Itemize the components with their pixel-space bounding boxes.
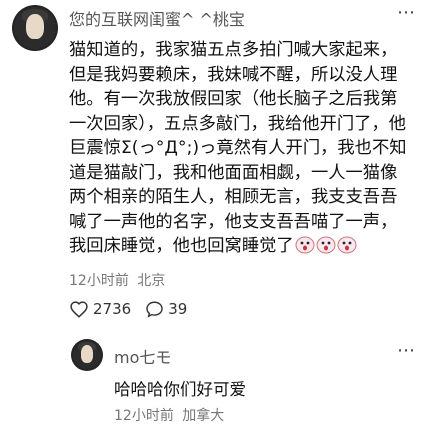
like-count: 2736 <box>93 300 132 318</box>
avatar-ring <box>12 5 58 51</box>
post-content-text: 猫知道的，我家猫五点多拍门喊大家起来，但是我妈要赖床，我妹喊不醒，所以没人理他。… <box>69 40 407 256</box>
more-options-icon[interactable]: ⋯ <box>397 2 416 23</box>
post-actions: 2736 39 <box>69 300 201 318</box>
post-username[interactable]: 您的互联网闺蜜^ ^桃宝 <box>69 6 245 30</box>
like-button[interactable]: 2736 <box>69 300 131 318</box>
avatar[interactable] <box>12 5 58 51</box>
shocked-face-icon <box>337 236 357 254</box>
post-content: 猫知道的，我家猫五点多拍门喊大家起来，但是我妈要赖床，我妹喊不醒，所以没人理他。… <box>69 38 414 259</box>
reply-meta: 12小时前 加拿大 <box>114 405 224 425</box>
shocked-face-icon <box>295 236 315 254</box>
reply-more-options-icon[interactable]: ⋯ <box>397 340 416 361</box>
reply-avatar[interactable] <box>71 339 103 371</box>
comment-button[interactable]: 39 <box>145 300 187 318</box>
post-time: 12小时前 <box>69 273 129 289</box>
reply-username[interactable]: mo七モ <box>114 344 171 368</box>
heart-icon <box>70 301 88 318</box>
comment-count: 39 <box>168 300 188 318</box>
post-location: 北京 <box>137 273 166 289</box>
comment-icon <box>146 301 163 318</box>
avatar-ring <box>71 339 103 371</box>
emoji-group <box>294 236 357 256</box>
reply-content: 哈哈哈你们好可爱 <box>114 380 246 399</box>
shocked-face-icon <box>316 236 336 254</box>
post-meta: 12小时前 北京 <box>69 270 165 290</box>
